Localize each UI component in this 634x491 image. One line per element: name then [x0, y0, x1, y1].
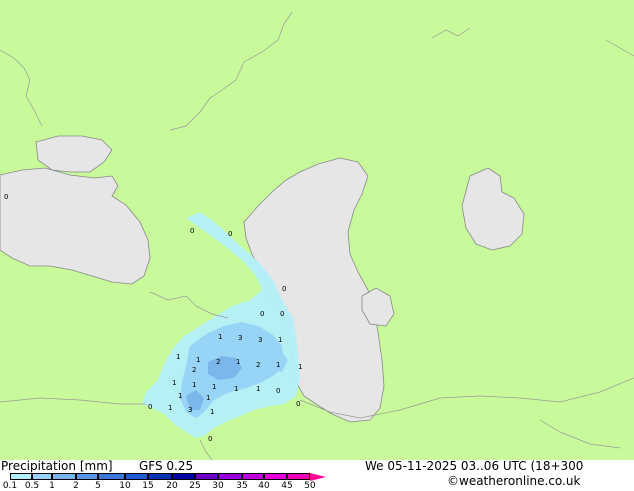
precip-label: 1 [168, 404, 172, 412]
scale-arrow [310, 473, 326, 481]
precip-label: 1 [236, 358, 240, 366]
precip-label: 0 [260, 310, 264, 318]
scale-swatch [242, 473, 264, 480]
precip-label: 0 [276, 387, 280, 395]
precip-label: 0 [208, 435, 212, 443]
precip-label: 0 [296, 400, 300, 408]
scale-swatch [98, 473, 125, 480]
precip-label: 1 [234, 385, 238, 393]
precip-label: 0 [228, 230, 232, 238]
scale-swatch [52, 473, 76, 480]
model-name: GFS 0.25 [139, 459, 194, 473]
scale-swatch [287, 473, 310, 480]
credit-link[interactable]: ©weatheronline.co.uk [447, 475, 580, 488]
precip-label: 0 [190, 227, 194, 235]
valid-time: We 05-11-2025 03..06 UTC (18+300 [365, 459, 584, 473]
precip-label: 1 [192, 381, 196, 389]
precip-label: 1 [172, 379, 176, 387]
precip-label: 1 [212, 383, 216, 391]
scale-swatch [32, 473, 52, 480]
scale-swatch [172, 473, 195, 480]
scale-swatch [125, 473, 148, 480]
scale-swatch [218, 473, 242, 480]
scale-swatch [264, 473, 287, 480]
precip-label: 2 [192, 366, 196, 374]
precip-label: 1 [176, 353, 180, 361]
precip-label: 1 [278, 336, 282, 344]
precip-label: 1 [298, 363, 302, 371]
precip-label: 1 [206, 394, 210, 402]
precip-label: 3 [238, 334, 242, 342]
scale-swatch [195, 473, 218, 480]
map-title: Precipitation [mm] [1, 459, 113, 473]
map-footer: Precipitation [mm] GFS 0.25 We 05-11-202… [0, 459, 634, 491]
precip-label: 0 [148, 403, 152, 411]
precip-label: 3 [188, 406, 192, 414]
precip-label: 1 [256, 385, 260, 393]
precip-label: 2 [256, 361, 260, 369]
precip-label: 1 [196, 356, 200, 364]
precip-label: 1 [218, 333, 222, 341]
scale-swatch [148, 473, 172, 480]
precip-label: 0 [282, 285, 286, 293]
precip-label: 1 [178, 392, 182, 400]
scale-swatch [10, 473, 32, 480]
precip-label: 0 [280, 310, 284, 318]
precip-label: 3 [258, 336, 262, 344]
precip-label: 2 [216, 358, 220, 366]
precip-label: 1 [276, 361, 280, 369]
scale-swatch [76, 473, 98, 480]
precip-label: 0 [4, 193, 8, 201]
precipitation-map: 0 0 0 0 0 0 0 1 3 3 1 1 1 2 1 2 1 1 1 1 … [0, 0, 634, 461]
precip-label: 1 [210, 408, 214, 416]
